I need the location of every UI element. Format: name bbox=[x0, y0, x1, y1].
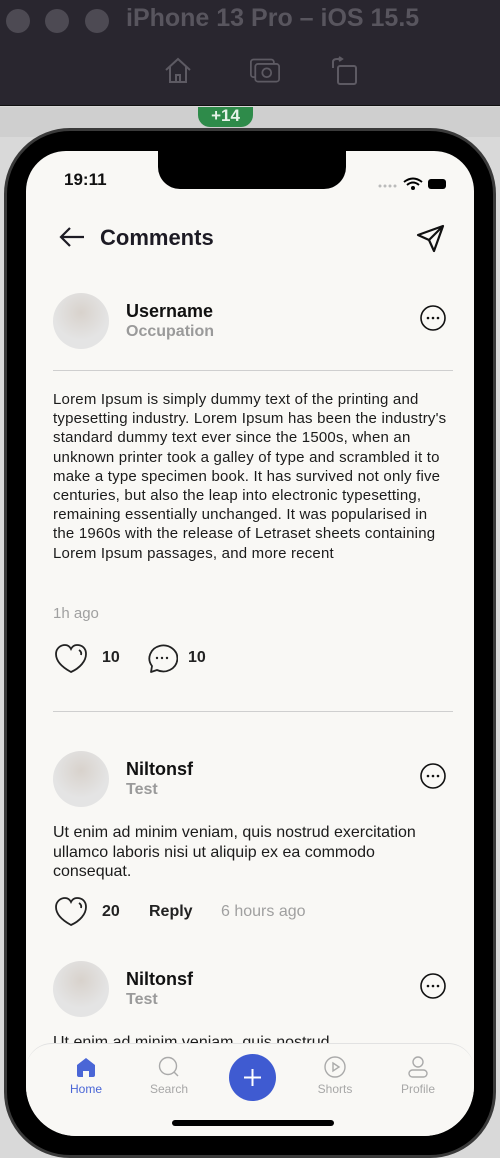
back-arrow-icon[interactable] bbox=[58, 225, 86, 249]
more-options-icon[interactable] bbox=[419, 972, 447, 1000]
home-icon[interactable] bbox=[163, 56, 193, 86]
more-options-icon[interactable] bbox=[419, 304, 447, 332]
heart-icon[interactable] bbox=[54, 643, 88, 675]
close-window-button[interactable] bbox=[6, 9, 30, 33]
divider bbox=[53, 711, 453, 712]
avatar[interactable] bbox=[53, 293, 109, 349]
nav-label: Profile bbox=[400, 1082, 435, 1096]
screenshot-icon[interactable] bbox=[250, 56, 280, 86]
nav-label: Home bbox=[69, 1082, 102, 1096]
status-icons bbox=[378, 177, 446, 190]
avatar[interactable] bbox=[53, 751, 109, 807]
avatar[interactable] bbox=[53, 961, 109, 1017]
post-body: Lorem Ipsum is simply dummy text of the … bbox=[53, 391, 447, 562]
home-icon bbox=[77, 1058, 95, 1077]
like-count: 20 bbox=[102, 903, 120, 920]
reply-button[interactable]: Reply bbox=[149, 903, 193, 921]
comment-icon[interactable] bbox=[146, 643, 178, 675]
post-time: 1h ago bbox=[53, 605, 99, 622]
zoom-window-button[interactable] bbox=[85, 9, 109, 33]
profile-icon bbox=[408, 1056, 428, 1078]
rotate-icon[interactable] bbox=[330, 56, 360, 86]
comment-text: Ut enim ad minim veniam, quis nostrud ex… bbox=[53, 824, 416, 880]
nav-home[interactable]: Home bbox=[51, 1056, 121, 1096]
notch bbox=[158, 151, 346, 189]
comment-time: 6 hours ago bbox=[221, 903, 306, 920]
home-indicator[interactable] bbox=[172, 1120, 334, 1126]
comment-occupation: Test bbox=[126, 781, 158, 798]
more-options-icon[interactable] bbox=[419, 762, 447, 790]
notification-badge: +14 bbox=[198, 107, 253, 127]
like-count: 10 bbox=[102, 649, 120, 666]
comment-count: 10 bbox=[188, 649, 206, 666]
nav-search[interactable]: Search bbox=[134, 1056, 204, 1096]
divider bbox=[53, 370, 453, 371]
nav-label: Shorts bbox=[317, 1082, 353, 1096]
post-occupation: Occupation bbox=[126, 323, 215, 340]
post-username[interactable]: Username bbox=[126, 301, 213, 322]
window-title: iPhone 13 Pro – iOS 15.5 bbox=[126, 4, 420, 32]
nav-shorts[interactable]: Shorts bbox=[300, 1056, 370, 1096]
send-icon[interactable] bbox=[416, 223, 446, 253]
search-icon bbox=[158, 1056, 179, 1077]
nav-label: Search bbox=[149, 1082, 189, 1096]
simulator-titlebar: iPhone 13 Pro – iOS 15.5 bbox=[0, 0, 500, 106]
heart-icon[interactable] bbox=[54, 896, 88, 928]
status-time: 19:11 bbox=[64, 170, 107, 189]
plus-icon bbox=[244, 1069, 261, 1086]
page-title: Comments bbox=[100, 225, 214, 250]
add-button[interactable] bbox=[229, 1054, 276, 1101]
comment-username[interactable]: Niltonsf bbox=[126, 759, 193, 780]
play-icon bbox=[324, 1056, 346, 1078]
minimize-window-button[interactable] bbox=[45, 9, 69, 33]
comment-username[interactable]: Niltonsf bbox=[126, 969, 193, 990]
app-screen: 19:11 Comments Username Occupation Lorem… bbox=[26, 151, 474, 1136]
nav-profile[interactable]: Profile bbox=[383, 1056, 453, 1096]
comment-occupation: Test bbox=[126, 991, 158, 1008]
